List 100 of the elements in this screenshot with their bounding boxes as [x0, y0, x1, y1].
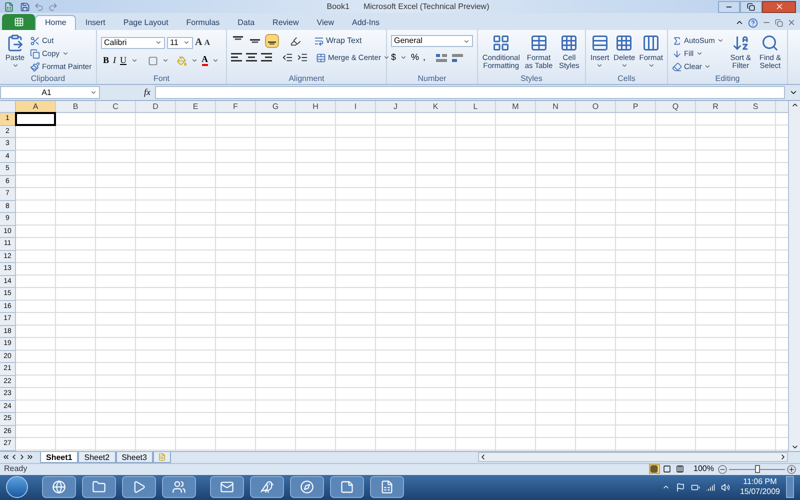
merge-icon	[316, 52, 326, 63]
column-header[interactable]: K	[416, 101, 456, 112]
workbook-restore-icon[interactable]	[775, 19, 783, 27]
italic-button[interactable]: I	[113, 54, 116, 68]
taskbar-app-button[interactable]	[42, 476, 76, 498]
column-header[interactable]: M	[496, 101, 536, 112]
increase-indent-icon[interactable]	[297, 52, 308, 64]
ribbon-tab[interactable]: Data	[228, 15, 264, 30]
shrink-font-button[interactable]: A	[204, 36, 210, 48]
align-right-icon[interactable]	[261, 53, 272, 62]
formula-input[interactable]	[154, 86, 785, 99]
taskbar-app-button[interactable]	[290, 476, 324, 498]
bold-button[interactable]: B	[103, 54, 110, 68]
taskbar-app-button[interactable]	[162, 476, 196, 498]
network-icon[interactable]	[706, 482, 715, 492]
column-header[interactable]: C	[96, 101, 136, 112]
group-label: Styles	[520, 72, 542, 84]
column-header[interactable]: D	[136, 101, 176, 112]
cell-cursor[interactable]	[15, 112, 56, 126]
underline-button[interactable]: U	[120, 54, 127, 68]
command-icon	[615, 34, 634, 52]
decrease-indent-icon[interactable]	[282, 52, 293, 64]
borders-icon[interactable]	[148, 56, 158, 66]
minimize-ribbon-icon[interactable]	[735, 18, 744, 27]
flag-icon[interactable]	[676, 482, 685, 492]
first-sheet-icon[interactable]	[2, 453, 10, 461]
column-header[interactable]: L	[456, 101, 496, 112]
ribbon-tab[interactable]: Add-Ins	[342, 15, 389, 30]
column-header[interactable]: J	[376, 101, 416, 112]
fill-color-icon[interactable]	[176, 56, 187, 66]
ribbon-tab[interactable]: Formulas	[177, 15, 229, 30]
grow-font-button[interactable]: A	[195, 35, 202, 50]
column-header[interactable]: H	[296, 101, 336, 112]
column-header[interactable]: B	[56, 101, 96, 112]
command-icon	[761, 34, 780, 52]
column-header[interactable]: I	[336, 101, 376, 112]
zoom-in-icon[interactable]	[787, 464, 796, 474]
ribbon-tab[interactable]: Page Layout	[114, 15, 178, 30]
column-header[interactable]: F	[216, 101, 256, 112]
file-button[interactable]	[2, 14, 35, 30]
expand-formula-icon[interactable]	[789, 88, 798, 97]
help-icon[interactable]	[748, 18, 758, 28]
column-header[interactable]: R	[696, 101, 736, 112]
ribbon-tab[interactable]: View	[308, 15, 343, 30]
app-icon	[132, 480, 146, 494]
ribbon-tab[interactable]: Home	[35, 15, 76, 30]
taskbar-app-button[interactable]	[250, 476, 284, 498]
last-sheet-icon[interactable]	[26, 453, 34, 461]
ribbon-tab[interactable]: Insert	[76, 15, 114, 30]
battery-icon[interactable]	[690, 482, 700, 492]
align-center-icon[interactable]	[246, 53, 257, 62]
volume-icon[interactable]	[720, 482, 730, 492]
sheet-tab[interactable]: Sheet1	[40, 452, 78, 462]
horizontal-scrollbar[interactable]	[478, 452, 788, 462]
zoom-thumb[interactable]	[755, 464, 760, 472]
show-desktop-button[interactable]	[786, 476, 794, 498]
save-icon[interactable]	[20, 2, 30, 12]
name-box[interactable]: A1	[0, 86, 100, 99]
font-color-button[interactable]: A	[202, 55, 208, 66]
command-icon	[30, 36, 40, 46]
vertical-align-button[interactable]	[265, 34, 279, 48]
vertical-scrollbar[interactable]	[788, 101, 800, 450]
align-left-icon[interactable]	[231, 53, 242, 62]
sheet-tab[interactable]: Sheet2	[78, 452, 116, 462]
column-header[interactable]: N	[536, 101, 576, 112]
comma-button[interactable]: ,	[423, 51, 426, 64]
taskbar-app-button[interactable]	[370, 476, 404, 498]
increase-decimal-icon[interactable]	[436, 52, 448, 63]
column-header[interactable]: S	[736, 101, 776, 112]
ribbon-tab[interactable]: Review	[264, 15, 308, 30]
clock[interactable]: 11:06 PM 15/07/2009	[740, 477, 780, 498]
wrap-text-button[interactable]: Wrap Text	[314, 35, 362, 47]
font-size-dropdown[interactable]: 11	[167, 36, 193, 48]
previous-sheet-icon[interactable]	[10, 453, 18, 461]
taskbar-app-button[interactable]	[210, 476, 244, 498]
column-header[interactable]: P	[616, 101, 656, 112]
column-header[interactable]: G	[256, 101, 296, 112]
taskbar-app-button[interactable]	[330, 476, 364, 498]
decrease-decimal-icon[interactable]	[452, 52, 464, 63]
start-button[interactable]	[6, 476, 28, 498]
workbook-close-icon[interactable]	[787, 18, 796, 27]
view-button[interactable]	[648, 464, 660, 474]
view-button[interactable]	[662, 464, 673, 474]
font-family-dropdown[interactable]: Calibri	[101, 36, 165, 48]
next-sheet-icon[interactable]	[18, 453, 26, 461]
percent-button[interactable]: %	[411, 51, 420, 64]
view-button[interactable]	[674, 464, 686, 474]
column-header[interactable]: Q	[656, 101, 696, 112]
taskbar-app-button[interactable]	[122, 476, 156, 498]
column-header[interactable]: E	[176, 101, 216, 112]
orientation-icon[interactable]	[290, 36, 301, 46]
taskbar-app-button[interactable]	[82, 476, 116, 498]
currency-button[interactable]: $	[391, 51, 396, 64]
column-header[interactable]: O	[576, 101, 616, 112]
restore-button[interactable]	[740, 0, 762, 12]
close-button[interactable]	[762, 0, 796, 12]
number-format-dropdown[interactable]: General	[391, 35, 473, 47]
zoom-out-icon[interactable]	[718, 464, 727, 474]
sheet-tab[interactable]: Sheet3	[116, 452, 153, 462]
column-header[interactable]: A	[16, 101, 56, 112]
